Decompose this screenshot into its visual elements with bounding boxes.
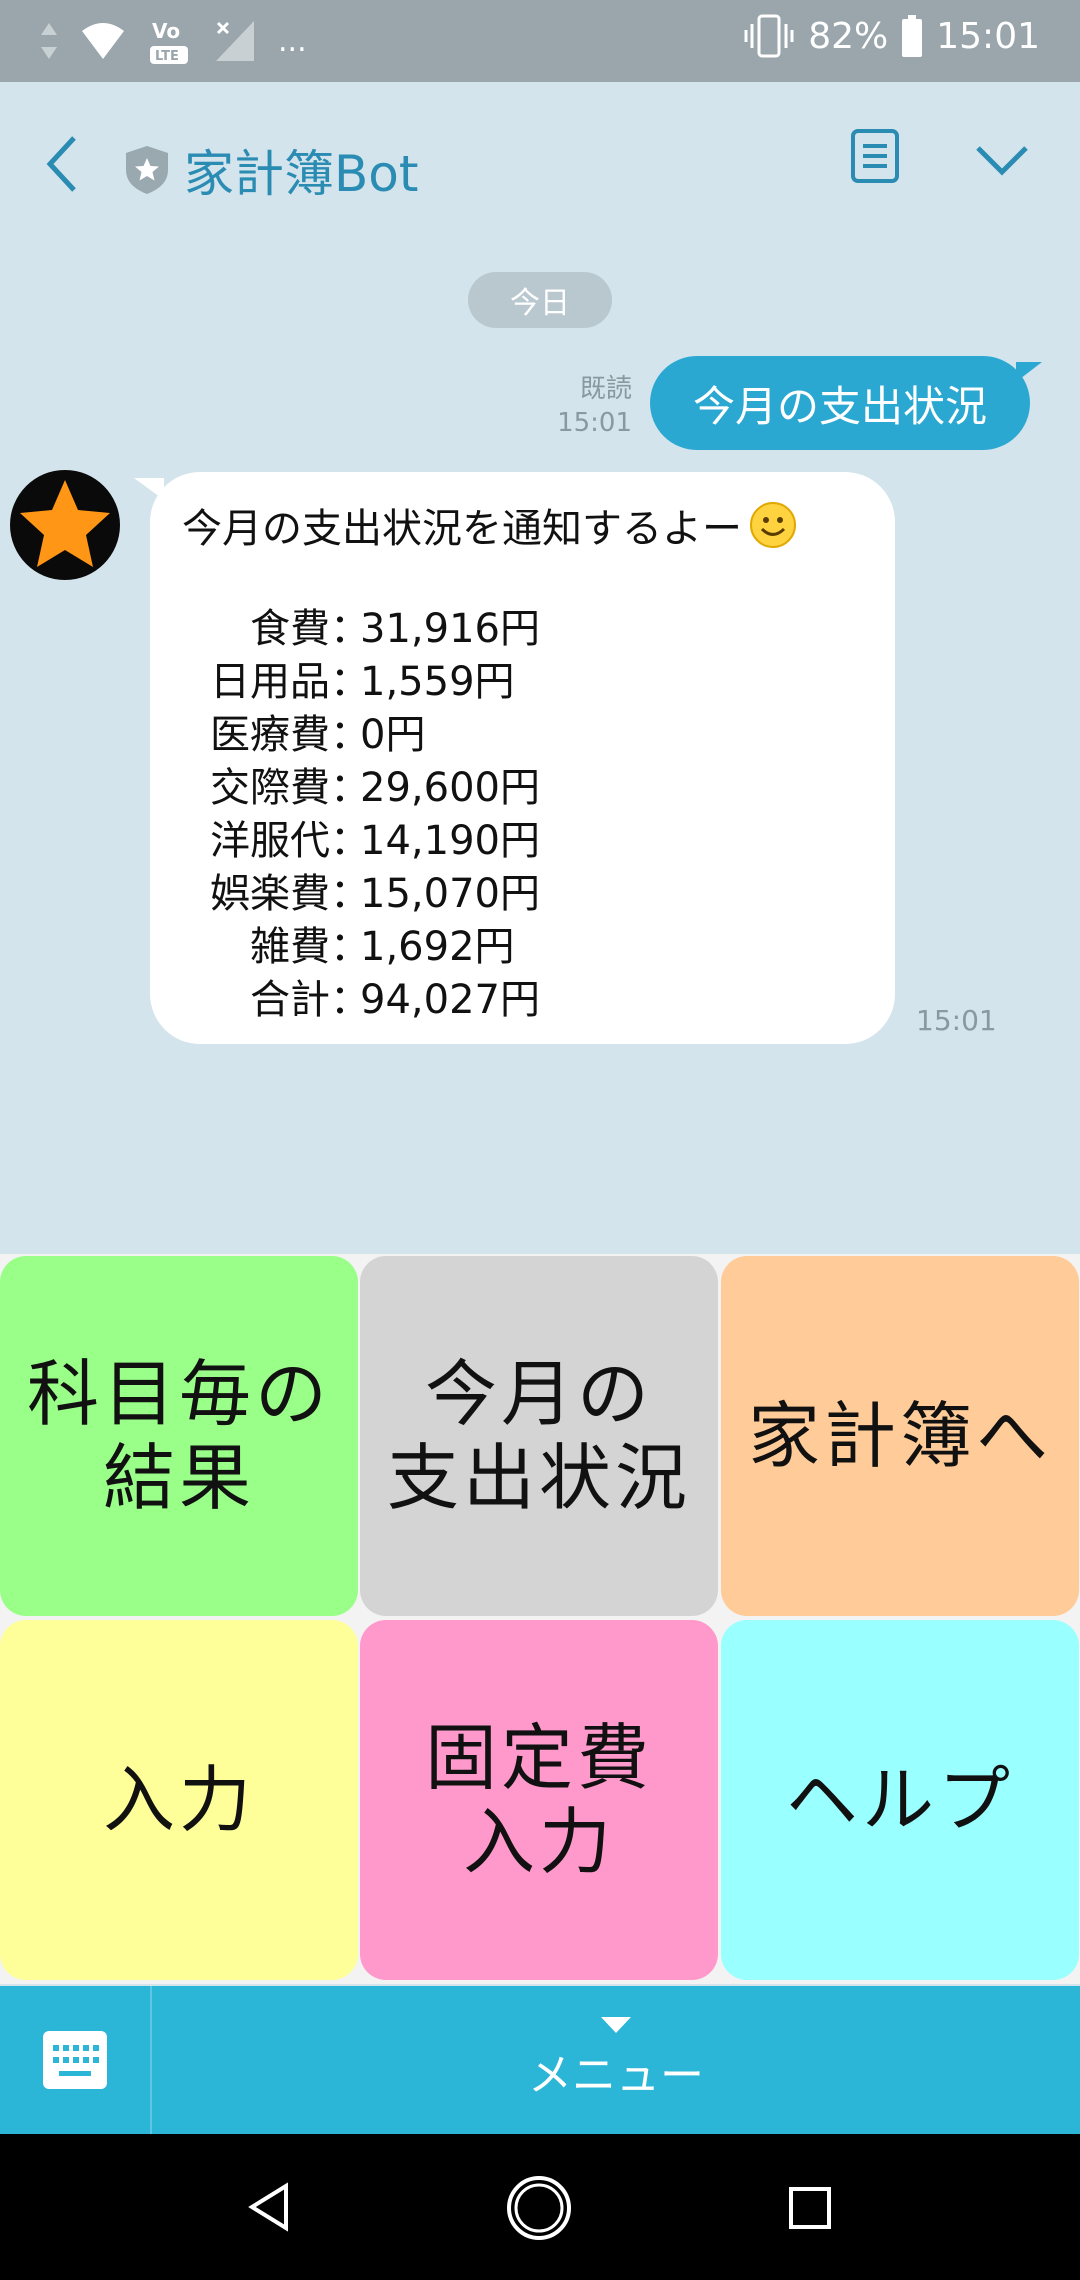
expense-label: 交際費	[210, 764, 330, 811]
status-overflow: ...	[278, 23, 307, 59]
expense-separator: ：	[330, 817, 370, 864]
clock: 15:01	[936, 15, 1040, 57]
volte-icon: Vo LTE	[150, 19, 188, 64]
no-signal-icon	[216, 21, 254, 61]
svg-text:Vo: Vo	[152, 19, 180, 43]
expense-separator: ：	[330, 605, 370, 652]
expense-label: 洋服代	[210, 817, 330, 864]
menu-toggle[interactable]: メニュー	[152, 1986, 1080, 2134]
status-bar: Vo LTE ... 82% 15:01	[0, 0, 1080, 82]
expense-separator: ：	[330, 764, 370, 811]
chat-title[interactable]: 家計簿Bot	[124, 134, 419, 206]
menu-tile-monthly-spending[interactable]: 今月の 支出状況	[360, 1256, 718, 1616]
expense-row: 交際費： 29,600円	[182, 757, 540, 811]
expense-label: 娯楽費	[210, 870, 330, 917]
menu-label: メニュー	[528, 2050, 704, 2101]
expense-row: 日用品： 1,559円	[182, 651, 540, 705]
read-receipt: 既読 15:01	[548, 372, 632, 440]
page-title: 家計簿Bot	[184, 145, 419, 203]
expense-value: 31,916円	[360, 605, 540, 652]
expense-row: 洋服代： 14,190円	[182, 810, 540, 864]
menu-tile-category-results[interactable]: 科目毎の 結果	[0, 1256, 358, 1616]
star-avatar-icon	[20, 480, 110, 567]
rich-menu: 科目毎の 結果 今月の 支出状況 家計簿へ 入力 固定費 入力 ヘルプ	[0, 1254, 1080, 1984]
battery-icon	[902, 15, 923, 57]
bot-message-bubble[interactable]: 今月の支出状況を通知するよー 食費： 31,916円 日用品： 1,559円 医療費…	[134, 472, 895, 1044]
menu-tile-open-ledger[interactable]: 家計簿へ	[721, 1256, 1079, 1616]
expense-label: 日用品	[210, 658, 330, 705]
back-arrow-icon[interactable]	[40, 134, 84, 194]
system-nav-bar	[0, 2134, 1080, 2280]
data-arrows-icon	[41, 23, 57, 59]
expense-value: 1,559円	[360, 658, 515, 705]
expense-value: 29,600円	[360, 764, 540, 811]
expense-row: 雑費： 1,692円	[182, 916, 540, 970]
triangle-down-icon	[601, 2017, 631, 2033]
chat-header: 家計簿Bot	[0, 82, 1080, 246]
user-message-time: 15:01	[557, 408, 632, 438]
expense-label: 医療費	[210, 711, 330, 758]
wifi-icon	[82, 23, 124, 59]
expense-label: 合計	[250, 976, 330, 1023]
expense-row: 食費： 31,916円	[182, 598, 540, 652]
lte-label: LTE	[155, 49, 179, 64]
expense-separator: ：	[330, 870, 370, 917]
bot-intro-line: 今月の支出状況を通知するよー	[182, 496, 798, 554]
nav-home-icon[interactable]	[505, 2174, 573, 2242]
expense-label: 雑費	[250, 923, 330, 970]
bot-avatar[interactable]	[10, 470, 120, 580]
expense-row: 医療費： 0円	[182, 704, 540, 758]
menu-tile-fixed-cost-input[interactable]: 固定費 入力	[360, 1620, 718, 1980]
user-message-text: 今月の支出状況	[692, 381, 987, 431]
keyboard-toggle[interactable]	[0, 1986, 152, 2134]
bot-message-time: 15:01	[916, 1004, 997, 1037]
chevron-down-icon[interactable]	[975, 144, 1029, 178]
expense-separator: ：	[330, 658, 370, 705]
expense-value: 14,190円	[360, 817, 540, 864]
smiley-emoji-icon	[750, 502, 796, 548]
expense-label: 食費	[250, 605, 330, 652]
read-label: 既読	[579, 374, 632, 404]
date-separator: 今日	[468, 272, 612, 328]
expense-row: 娯楽費： 15,070円	[182, 863, 540, 917]
expense-value: 1,692円	[360, 923, 515, 970]
menu-tile-input[interactable]: 入力	[0, 1620, 358, 1980]
keyboard-icon	[43, 2031, 107, 2089]
notes-icon[interactable]	[850, 128, 900, 184]
expense-separator: ：	[330, 976, 370, 1023]
expense-value: 0円	[360, 711, 426, 758]
bot-intro-text: 今月の支出状況を通知するよー	[182, 506, 742, 552]
expense-value: 94,027円	[360, 976, 540, 1023]
user-message-bubble[interactable]: 今月の支出状況	[650, 356, 1042, 450]
expense-list: 食費： 31,916円 日用品： 1,559円 医療費： 0円 交際費： 29,600円…	[182, 598, 540, 1023]
battery-percent: 82%	[808, 15, 889, 57]
expense-separator: ：	[330, 711, 370, 758]
menu-tile-help[interactable]: ヘルプ	[721, 1620, 1079, 1980]
menu-bar: メニュー	[0, 1986, 1080, 2134]
expense-separator: ：	[330, 923, 370, 970]
verified-shield-icon	[126, 146, 168, 194]
expense-value: 15,070円	[360, 870, 540, 917]
vibrate-icon	[744, 14, 794, 58]
nav-recents-icon[interactable]	[788, 2186, 832, 2230]
nav-back-icon[interactable]	[246, 2182, 292, 2232]
expense-total-row: 合計： 94,027円	[182, 969, 540, 1023]
